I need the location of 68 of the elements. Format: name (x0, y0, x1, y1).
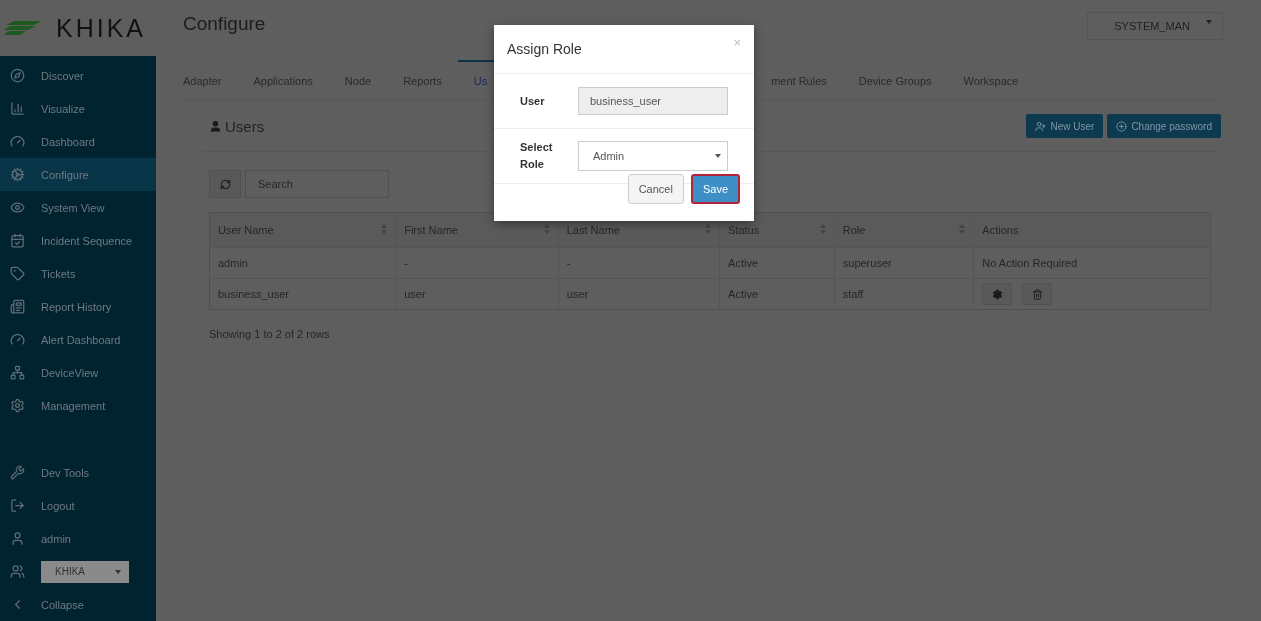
nav-icon (10, 167, 25, 182)
trash-icon (1031, 288, 1043, 300)
org-select[interactable]: KHIKA (41, 560, 129, 583)
table-cell: Active (719, 247, 835, 279)
nav-icon (10, 465, 25, 480)
nav-icon (10, 332, 25, 347)
close-button[interactable]: × (733, 35, 741, 50)
sidebar-item[interactable]: System View (0, 191, 156, 224)
plus-icon (1116, 120, 1128, 132)
nav-icon (10, 68, 25, 83)
search-field[interactable]: Search (245, 170, 389, 198)
logo-icon (4, 21, 42, 35)
panel-title: Users (209, 117, 265, 135)
table-cell: No Action Required (973, 247, 1211, 279)
sidebar-item[interactable]: Discover (0, 59, 156, 92)
sidebar-item[interactable]: Configure (0, 158, 156, 191)
sidebar-item[interactable]: Dev Tools (0, 456, 156, 489)
save-button[interactable]: Save (690, 174, 740, 204)
sidebar-item[interactable]: Logout (0, 489, 156, 522)
new-user-button[interactable]: New User (1026, 114, 1104, 138)
logo: KHIKA (56, 13, 147, 43)
sidebar-item[interactable]: admin (0, 522, 156, 555)
user-icon (209, 119, 222, 133)
user-field: business_user (578, 87, 728, 115)
sidebar-item[interactable]: Collapse (0, 588, 156, 621)
refresh-icon (219, 178, 231, 190)
sidebar-item[interactable]: Dashboard (0, 125, 156, 158)
nav-icon (10, 365, 25, 380)
nav-icon (10, 498, 25, 513)
table-cell: admin (209, 247, 396, 279)
page-title: Configure (183, 13, 266, 35)
sidebar-item[interactable]: Visualize (0, 92, 156, 125)
table-cell: superuser (834, 247, 974, 279)
table-cell: user (558, 278, 720, 310)
nav-icon (10, 134, 25, 149)
sidebar-item[interactable]: DeviceView (0, 356, 156, 389)
settings-button[interactable] (982, 283, 1013, 305)
gear-icon (991, 288, 1003, 300)
nav-icon (10, 299, 25, 314)
nav-icon (10, 531, 25, 546)
refresh-button[interactable] (209, 170, 241, 198)
role-select[interactable]: Admin (578, 141, 728, 171)
caret-icon (115, 569, 121, 574)
add-user-icon (1035, 120, 1047, 132)
cancel-button[interactable]: Cancel (627, 174, 684, 204)
sidebar-item[interactable]: Management (0, 389, 156, 422)
sidebar-item[interactable]: Tickets (0, 257, 156, 290)
nav-icon (10, 398, 25, 413)
field-label: Select Role (520, 140, 554, 172)
table-cell: Active (719, 278, 835, 310)
table-cell: - (558, 247, 720, 279)
caret-icon (715, 154, 721, 158)
nav-icon (10, 266, 25, 281)
nav-icon (10, 200, 25, 215)
table-cell: - (395, 247, 559, 279)
delete-button[interactable] (1022, 283, 1053, 305)
caret-icon (1206, 20, 1212, 24)
nav-icon (10, 233, 25, 248)
sidebar-item[interactable]: Incident Sequence (0, 224, 156, 257)
dialog-title: Assign Role (507, 41, 582, 57)
field-label: User (520, 93, 546, 109)
sidebar-item[interactable]: Report History (0, 290, 156, 323)
sidebar-item[interactable]: Alert Dashboard (0, 323, 156, 356)
system-select[interactable]: SYSTEM_MAN (1087, 12, 1223, 40)
change-password-button[interactable]: Change password (1107, 114, 1221, 138)
nav-icon (10, 101, 25, 116)
users-icon (10, 564, 25, 579)
table-cell: business_user (209, 278, 396, 310)
